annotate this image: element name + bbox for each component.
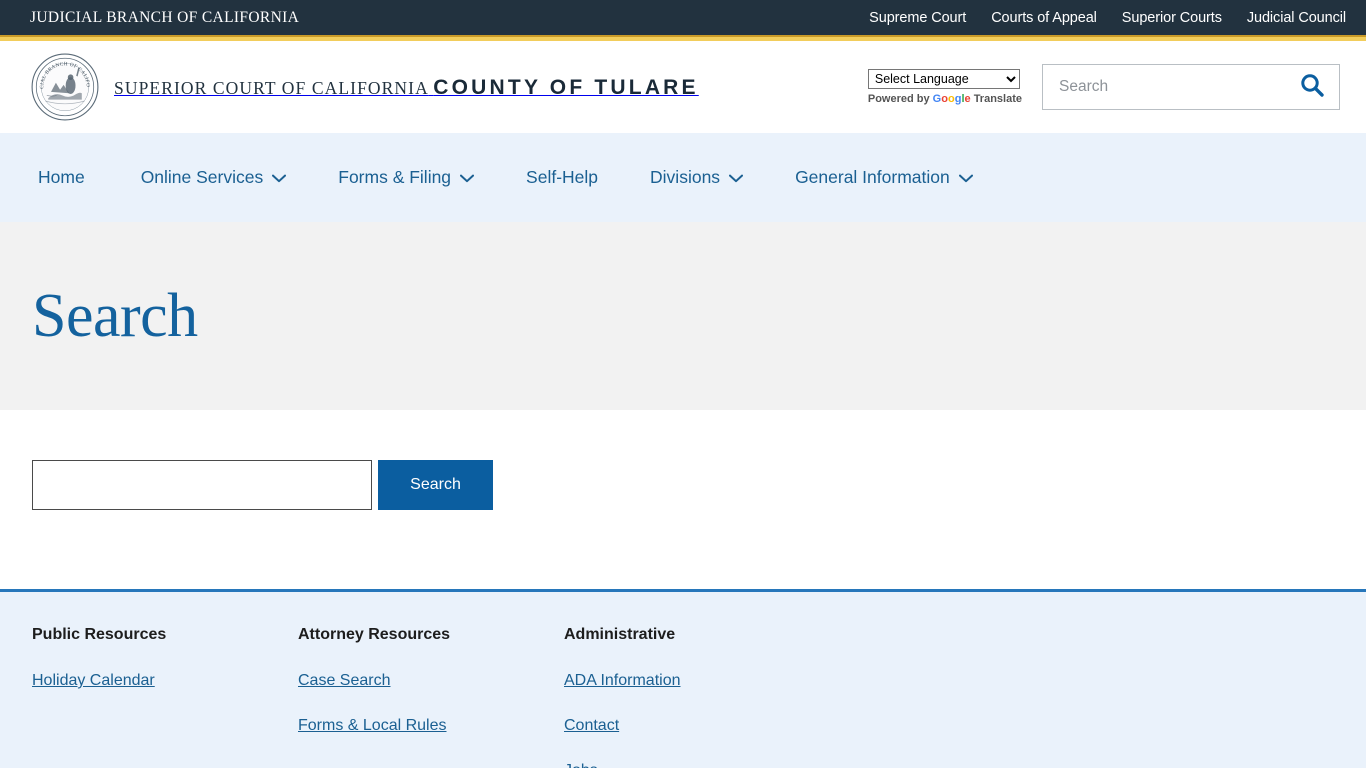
site-search-form: Search xyxy=(32,460,1366,510)
chevron-down-icon xyxy=(729,167,744,188)
masthead: JUDICIAL BRANCH OF CALIFORNIA SUPERIOR C… xyxy=(0,41,1366,133)
footer-heading: Attorney Resources xyxy=(298,626,451,643)
powered-by-google-translate: Powered by Google Translate xyxy=(868,93,1022,105)
nav-item-divisions[interactable]: Divisions xyxy=(650,167,744,188)
google-logo: Google xyxy=(932,93,971,105)
site-logo-link[interactable]: JUDICIAL BRANCH OF CALIFORNIA SUPERIOR C… xyxy=(28,48,699,122)
header-search-input[interactable] xyxy=(1057,77,1299,97)
nav-item-label: Self-Help xyxy=(526,167,599,187)
california-judicial-seal-icon: JUDICIAL BRANCH OF CALIFORNIA xyxy=(28,48,100,122)
footer-column-public-resources: Public Resources Holiday Calendar xyxy=(32,626,298,768)
search-query-input[interactable] xyxy=(32,460,372,510)
utility-link-superior-courts[interactable]: Superior Courts xyxy=(1122,10,1222,26)
footer-column-attorney-resources: Attorney Resources Case Search Forms & L… xyxy=(298,626,564,768)
nav-item-label: General Information xyxy=(795,167,950,187)
chevron-down-icon xyxy=(272,167,287,188)
page-title: Search xyxy=(32,281,198,350)
nav-item-self-help[interactable]: Self-Help xyxy=(526,167,598,188)
nav-item-label: Forms & Filing xyxy=(338,167,452,187)
primary-nav: Home Online Services Forms & Filing Self… xyxy=(0,133,1366,222)
google-translate-widget: Select Language Powered by Google Transl… xyxy=(867,69,1022,105)
nav-item-online-services[interactable]: Online Services xyxy=(141,167,287,188)
chevron-down-icon xyxy=(958,167,973,188)
footer-link-ada-information[interactable]: ADA Information xyxy=(564,672,681,690)
footer-link-forms-and-local-rules[interactable]: Forms & Local Rules xyxy=(298,717,447,735)
nav-item-general-information[interactable]: General Information xyxy=(795,167,973,188)
footer-link-jobs[interactable]: Jobs xyxy=(564,762,598,768)
language-select[interactable]: Select Language xyxy=(867,69,1020,89)
nav-item-label: Home xyxy=(38,167,85,187)
court-name-block: SUPERIOR COURT OF CALIFORNIA COUNTY OF T… xyxy=(114,74,699,100)
footer-heading: Administrative xyxy=(564,626,676,643)
utility-nav: Supreme Court Courts of Appeal Superior … xyxy=(869,10,1346,26)
search-submit-button[interactable]: Search xyxy=(378,460,493,510)
footer-heading: Public Resources xyxy=(32,626,167,643)
footer-link-case-search[interactable]: Case Search xyxy=(298,672,391,690)
nav-item-forms-and-filing[interactable]: Forms & Filing xyxy=(338,167,475,188)
masthead-tools: Select Language Powered by Google Transl… xyxy=(867,64,1340,110)
translate-label: Translate xyxy=(973,93,1022,105)
nav-item-label: Divisions xyxy=(650,167,721,187)
county-name: COUNTY OF TULARE xyxy=(433,76,699,99)
search-icon[interactable] xyxy=(1299,72,1325,103)
site-footer: Public Resources Holiday Calendar Attorn… xyxy=(0,592,1366,768)
court-name-primary: SUPERIOR COURT OF CALIFORNIA xyxy=(114,78,429,98)
main-content: Search xyxy=(0,410,1366,589)
powered-by-label: Powered by xyxy=(867,93,930,105)
utility-link-supreme-court[interactable]: Supreme Court xyxy=(869,10,966,26)
utility-link-judicial-council[interactable]: Judicial Council xyxy=(1247,10,1346,26)
utility-link-courts-of-appeal[interactable]: Courts of Appeal xyxy=(991,10,1097,26)
utility-bar: JUDICIAL BRANCH OF CALIFORNIA Supreme Co… xyxy=(0,0,1366,35)
footer-link-contact[interactable]: Contact xyxy=(564,717,619,735)
footer-column-administrative: Administrative ADA Information Contact J… xyxy=(564,626,830,768)
header-search-box[interactable] xyxy=(1042,64,1340,110)
page-hero: Search xyxy=(0,222,1366,410)
footer-link-holiday-calendar[interactable]: Holiday Calendar xyxy=(32,672,155,690)
nav-item-label: Online Services xyxy=(140,167,264,187)
nav-item-home[interactable]: Home xyxy=(38,167,85,188)
chevron-down-icon xyxy=(460,167,475,188)
judicial-branch-wordmark: JUDICIAL BRANCH OF CALIFORNIA xyxy=(30,8,300,26)
